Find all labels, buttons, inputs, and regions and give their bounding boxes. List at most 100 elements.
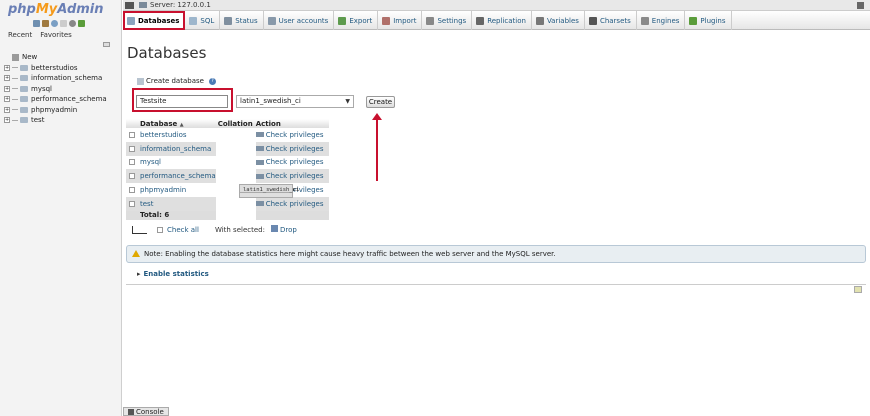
check-privileges-link[interactable]: Check privileges (255, 155, 329, 170)
settings-icon[interactable] (69, 20, 76, 27)
privileges-icon (255, 159, 264, 165)
console-icon (128, 408, 134, 415)
users-icon (267, 16, 276, 25)
tab-favorites[interactable]: Favorites (40, 31, 72, 39)
tab-variables[interactable]: Variables (532, 11, 585, 30)
tab-recent[interactable]: Recent (8, 31, 32, 39)
help-icon[interactable]: ? (208, 77, 216, 85)
console-tab[interactable]: Console (123, 407, 169, 416)
row-checkbox[interactable] (129, 187, 135, 194)
database-icon (20, 85, 28, 92)
table-row: information_schema utf8_general_ci Check… (126, 141, 329, 198)
reload-icon[interactable] (78, 20, 85, 27)
check-privileges-link[interactable]: Check privileges (255, 169, 329, 184)
server-breadcrumb[interactable]: Server: 127.0.0.1 (139, 1, 211, 9)
tab-plugins[interactable]: Plugins (685, 11, 732, 30)
expand-icon[interactable]: + (4, 75, 10, 82)
expand-icon[interactable]: + (4, 96, 10, 103)
database-link[interactable]: performance_schema (140, 169, 216, 184)
enable-statistics-link[interactable]: ▸ Enable statistics (137, 270, 209, 278)
bullet-icon: ▸ (137, 270, 141, 278)
warning-icon (132, 250, 140, 257)
tree-item-db[interactable]: + performance_schema (4, 94, 107, 105)
database-icon (20, 117, 28, 124)
privileges-icon (255, 132, 264, 138)
check-all-link[interactable]: Check all (167, 226, 199, 234)
row-checkbox[interactable] (129, 200, 135, 207)
database-icon (20, 75, 28, 82)
drop-button[interactable]: Drop (270, 225, 297, 234)
help-icon[interactable] (51, 20, 58, 27)
database-link[interactable]: information_schema (140, 141, 216, 156)
tree-item-db[interactable]: + test (4, 115, 107, 126)
tab-databases[interactable]: Databases (123, 11, 186, 30)
tab-import[interactable]: Import (378, 11, 423, 30)
tab-replication[interactable]: Replication (472, 11, 532, 30)
logout-icon[interactable] (42, 20, 49, 27)
database-icon (127, 16, 135, 25)
quick-icons (33, 20, 85, 27)
row-checkbox[interactable] (129, 131, 135, 138)
phpmyadmin-logo[interactable]: phpMyAdmin (8, 2, 104, 17)
tab-settings[interactable]: Settings (422, 11, 473, 30)
row-checkbox[interactable] (129, 173, 135, 180)
tree-item-db[interactable]: + mysql (4, 84, 107, 95)
tree-item-new[interactable]: New (4, 52, 107, 63)
column-collation[interactable]: Collation (215, 119, 256, 128)
database-link[interactable]: betterstudios (140, 128, 216, 142)
row-checkbox[interactable] (129, 145, 135, 152)
collation-select[interactable]: latin1_swedish_ci ▼ (236, 95, 354, 108)
table-row: test latin1_swedish_ci Check privileges (126, 184, 329, 211)
total-label: Total: 6 (140, 210, 216, 220)
drop-icon (270, 225, 278, 232)
charsets-icon (588, 16, 597, 25)
expand-icon[interactable]: + (4, 64, 10, 71)
check-privileges-link[interactable]: Check privileges (255, 141, 329, 156)
database-link[interactable]: phpmyadmin (140, 183, 216, 197)
database-link[interactable]: mysql (140, 155, 216, 170)
table-row: betterstudios latin1_swedish_ci Check pr… (126, 128, 329, 198)
docs-icon[interactable] (60, 20, 67, 27)
check-privileges-link[interactable]: Check privileges (255, 128, 329, 142)
tree-item-db[interactable]: + betterstudios (4, 63, 107, 74)
with-selected-label: With selected: (214, 225, 265, 234)
wrench-icon (426, 16, 435, 25)
check-privileges-link[interactable]: Check privileges (255, 196, 329, 211)
expand-icon[interactable]: + (4, 85, 10, 92)
arrow-up-icon (132, 225, 147, 234)
status-icon (224, 16, 233, 25)
scroll-top-icon[interactable] (854, 286, 862, 293)
tab-status[interactable]: Status (220, 11, 264, 30)
tree-item-db[interactable]: + information_schema (4, 73, 107, 84)
chevron-down-icon: ▼ (345, 98, 350, 105)
total-collation: latin1_swedish_ci (239, 184, 299, 193)
collapse-top-icon[interactable] (857, 2, 864, 9)
tab-engines[interactable]: Engines (637, 11, 686, 30)
database-name-input[interactable]: Testsite (136, 95, 228, 108)
database-icon (20, 64, 28, 71)
row-checkbox[interactable] (129, 159, 135, 166)
column-database[interactable]: Database ▲ (140, 119, 216, 128)
statistics-note: Note: Enabling the database statistics h… (126, 245, 866, 263)
tab-user-accounts[interactable]: User accounts (264, 11, 335, 30)
collapse-all-icon[interactable] (103, 42, 110, 47)
column-action: Action (255, 119, 329, 128)
tab-export[interactable]: Export (334, 11, 379, 30)
divider (126, 284, 866, 285)
replication-icon (476, 16, 485, 25)
plugins-icon (689, 16, 698, 25)
expand-icon[interactable]: + (4, 106, 10, 113)
expand-icon[interactable]: + (4, 117, 10, 124)
create-button[interactable]: Create (366, 96, 395, 108)
tab-charsets[interactable]: Charsets (585, 11, 637, 30)
tree-item-db[interactable]: + phpmyadmin (4, 105, 107, 116)
table-row: mysql latin1_swedish_ci Check privileges (126, 155, 329, 198)
tab-sql[interactable]: SQL (185, 11, 221, 30)
menu-toggle-icon[interactable] (125, 2, 134, 9)
check-all-checkbox[interactable] (157, 226, 163, 233)
privileges-icon (255, 173, 264, 179)
home-icon[interactable] (33, 20, 40, 27)
database-link[interactable]: test (140, 196, 216, 211)
databases-table: Database ▲ Collation Action betterstudio… (126, 119, 329, 220)
privileges-icon (255, 201, 264, 207)
